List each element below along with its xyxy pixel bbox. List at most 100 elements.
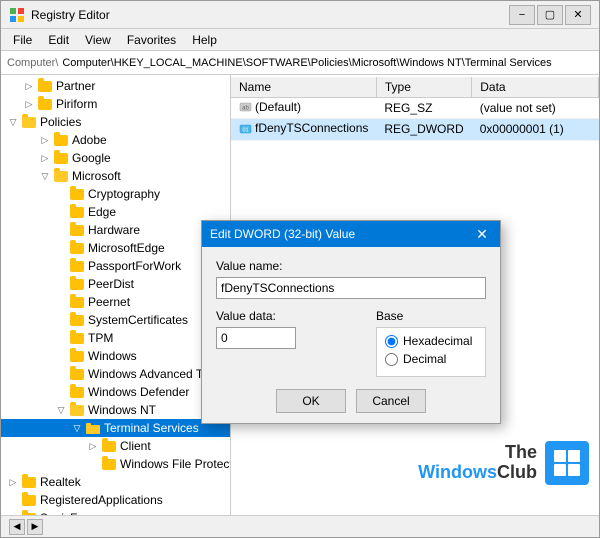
expand-toggle: ▷ bbox=[53, 294, 69, 310]
tree-label: Terminal Services bbox=[104, 421, 199, 435]
expand-toggle[interactable]: ▷ bbox=[37, 132, 53, 148]
folder-icon bbox=[69, 403, 85, 417]
cancel-button[interactable]: Cancel bbox=[356, 389, 426, 413]
registry-table: Name Type Data ab (De bbox=[231, 77, 599, 141]
hexadecimal-label: Hexadecimal bbox=[403, 334, 472, 348]
title-bar: Registry Editor − ▢ ✕ bbox=[1, 1, 599, 29]
expand-toggle[interactable]: ▷ bbox=[21, 78, 37, 94]
dialog-close-button[interactable]: ✕ bbox=[472, 224, 492, 244]
tree-item-windows-defender[interactable]: ▷ Windows Defender bbox=[1, 383, 230, 401]
tree-item-windows-file-protection[interactable]: ▷ Windows File Protection bbox=[1, 455, 230, 473]
menu-favorites[interactable]: Favorites bbox=[119, 31, 184, 49]
tree-item-google[interactable]: ▷ Google bbox=[1, 149, 230, 167]
value-name-input[interactable] bbox=[216, 277, 486, 299]
tree-label: Piriform bbox=[56, 97, 97, 111]
tree-label: Realtek bbox=[40, 475, 81, 489]
tree-item-adobe[interactable]: ▷ Adobe bbox=[1, 131, 230, 149]
radio-decimal[interactable]: Decimal bbox=[385, 352, 477, 366]
folder-icon bbox=[69, 367, 85, 381]
expand-toggle[interactable]: ▷ bbox=[37, 150, 53, 166]
scroll-right-button[interactable]: ▶ bbox=[27, 519, 43, 535]
folder-icon bbox=[69, 385, 85, 399]
folder-icon bbox=[101, 439, 117, 453]
tree-label: Windows File Protection bbox=[120, 457, 231, 471]
expand-toggle[interactable]: ▽ bbox=[37, 168, 53, 184]
tree-item-systemcertificates[interactable]: ▷ SystemCertificates bbox=[1, 311, 230, 329]
scroll-left-button[interactable]: ◀ bbox=[9, 519, 25, 535]
tree-label: Client bbox=[120, 439, 151, 453]
tree-item-terminal-services[interactable]: ▽ Terminal Services bbox=[1, 419, 230, 437]
tree-item-edge[interactable]: ▷ Edge bbox=[1, 203, 230, 221]
registry-editor-window: Registry Editor − ▢ ✕ File Edit View Fav… bbox=[0, 0, 600, 538]
col-data[interactable]: Data bbox=[472, 77, 599, 97]
expand-toggle: ▷ bbox=[53, 258, 69, 274]
expand-toggle[interactable]: ▽ bbox=[53, 402, 69, 418]
row-name: ab (Default) bbox=[231, 97, 376, 119]
folder-icon bbox=[21, 475, 37, 489]
menu-edit[interactable]: Edit bbox=[40, 31, 77, 49]
svg-text:ab: ab bbox=[242, 106, 249, 112]
folder-icon bbox=[53, 169, 69, 183]
dialog-data-col: Value data: bbox=[216, 309, 366, 377]
expand-toggle[interactable]: ▷ bbox=[5, 474, 21, 490]
menu-help[interactable]: Help bbox=[184, 31, 225, 49]
tree-item-peernet[interactable]: ▷ Peernet bbox=[1, 293, 230, 311]
expand-toggle: ▷ bbox=[53, 384, 69, 400]
tree-item-windows[interactable]: ▷ Windows bbox=[1, 347, 230, 365]
tree-label: Windows bbox=[88, 349, 137, 363]
value-data-input[interactable] bbox=[216, 327, 296, 349]
tree-item-passportforwork[interactable]: ▷ PassportForWork bbox=[1, 257, 230, 275]
expand-toggle[interactable]: ▽ bbox=[69, 420, 85, 436]
decimal-label: Decimal bbox=[403, 352, 446, 366]
row-type: REG_SZ bbox=[376, 97, 471, 119]
app-icon bbox=[9, 7, 25, 23]
col-type[interactable]: Type bbox=[376, 77, 471, 97]
folder-icon bbox=[21, 511, 37, 515]
default-value-icon: ab bbox=[239, 100, 252, 113]
row-type: REG_DWORD bbox=[376, 119, 471, 141]
dialog-title-bar: Edit DWORD (32-bit) Value ✕ bbox=[202, 221, 500, 247]
tree-item-cryptography[interactable]: ▷ Cryptography bbox=[1, 185, 230, 203]
tree-label: Microsoft bbox=[72, 169, 121, 183]
tree-item-windows-atp[interactable]: ▷ Windows Advanced Threat Protectic bbox=[1, 365, 230, 383]
col-name[interactable]: Name bbox=[231, 77, 376, 97]
expand-toggle[interactable]: ▽ bbox=[5, 114, 21, 130]
folder-icon bbox=[69, 295, 85, 309]
tree-item-client[interactable]: ▷ Client bbox=[1, 437, 230, 455]
tree-item-hardware[interactable]: ▷ Hardware bbox=[1, 221, 230, 239]
folder-icon bbox=[53, 151, 69, 165]
expand-toggle: ▷ bbox=[53, 204, 69, 220]
minimize-button[interactable]: − bbox=[509, 5, 535, 25]
radio-hexadecimal[interactable]: Hexadecimal bbox=[385, 334, 477, 348]
tree-item-piriform[interactable]: ▷ Piriform bbox=[1, 95, 230, 113]
tree-item-peerdist[interactable]: ▷ PeerDist bbox=[1, 275, 230, 293]
table-row[interactable]: ab (Default) REG_SZ (value not set) bbox=[231, 97, 599, 119]
tree-item-tpm[interactable]: ▷ TPM bbox=[1, 329, 230, 347]
maximize-button[interactable]: ▢ bbox=[537, 5, 563, 25]
tree-item-microsoft[interactable]: ▽ Microsoft bbox=[1, 167, 230, 185]
menu-view[interactable]: View bbox=[77, 31, 119, 49]
tree-item-windows-nt[interactable]: ▽ Windows NT bbox=[1, 401, 230, 419]
address-path[interactable]: Computer\HKEY_LOCAL_MACHINE\SOFTWARE\Pol… bbox=[62, 57, 593, 69]
expand-toggle[interactable]: ▷ bbox=[85, 438, 101, 454]
tree-item-realtek[interactable]: ▷ Realtek bbox=[1, 473, 230, 491]
tree-item-policies[interactable]: ▽ Policies bbox=[1, 113, 230, 131]
tree-item-sonicfocus[interactable]: ▷ SonicFocus bbox=[1, 509, 230, 515]
decimal-radio[interactable] bbox=[385, 353, 398, 366]
tree-item-partner[interactable]: ▷ Partner bbox=[1, 77, 230, 95]
tree-item-registered-apps[interactable]: ▷ RegisteredApplications bbox=[1, 491, 230, 509]
watermark-windows: Windows bbox=[418, 462, 497, 482]
tree-item-microsoftedge[interactable]: ▷ MicrosoftEdge bbox=[1, 239, 230, 257]
expand-toggle: ▷ bbox=[53, 222, 69, 238]
address-bar: Computer\ Computer\HKEY_LOCAL_MACHINE\SO… bbox=[1, 51, 599, 75]
expand-toggle[interactable]: ▷ bbox=[21, 96, 37, 112]
menu-file[interactable]: File bbox=[5, 31, 40, 49]
ok-button[interactable]: OK bbox=[276, 389, 346, 413]
registry-tree[interactable]: ▷ Partner ▷ Piriform ▽ Policies ▷ Adobe bbox=[1, 75, 231, 515]
status-bar: ◀ ▶ bbox=[1, 515, 599, 537]
table-row[interactable]: 01 fDenyTSConnections REG_DWORD 0x000000… bbox=[231, 119, 599, 141]
hexadecimal-radio[interactable] bbox=[385, 335, 398, 348]
value-data-label: Value data: bbox=[216, 309, 366, 323]
close-button[interactable]: ✕ bbox=[565, 5, 591, 25]
dialog-base-col: Base Hexadecimal Decimal bbox=[376, 309, 486, 377]
